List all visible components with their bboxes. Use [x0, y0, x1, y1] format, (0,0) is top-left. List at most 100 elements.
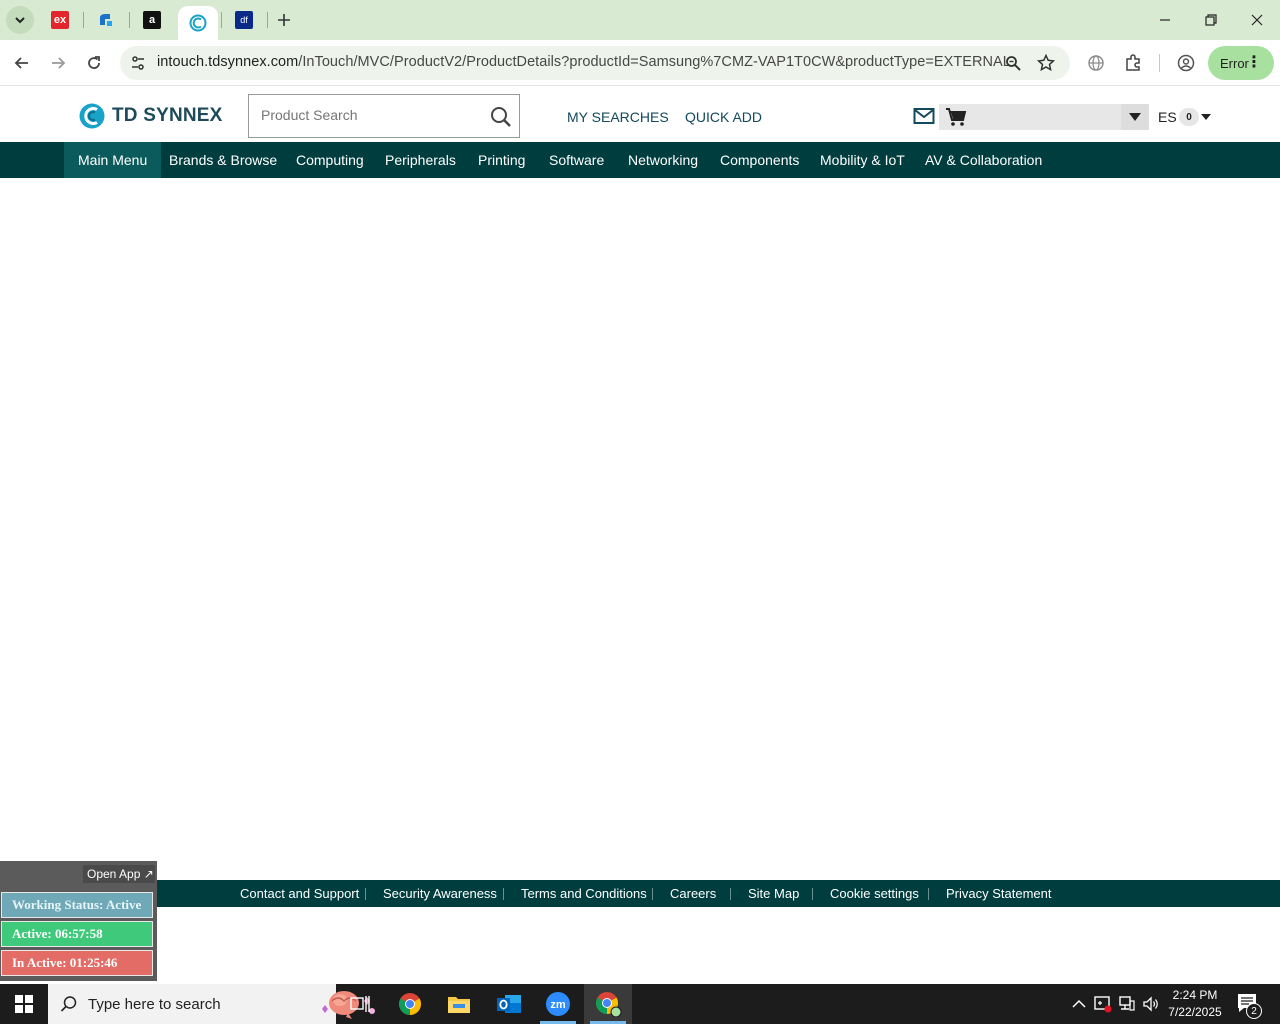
expedia-favicon-icon: ex — [51, 11, 69, 29]
nav-printing[interactable]: Printing — [464, 142, 539, 178]
tray-security-icon[interactable] — [1093, 994, 1113, 1014]
new-tab-button[interactable] — [272, 8, 296, 32]
inactive-time-label: In Active: 01:25:46 — [1, 950, 153, 976]
forward-button[interactable] — [43, 48, 73, 78]
nav-software[interactable]: Software — [535, 142, 618, 178]
nav-networking[interactable]: Networking — [614, 142, 712, 178]
search-icon — [60, 996, 77, 1012]
restore-button[interactable] — [1188, 6, 1234, 34]
clock-time: 2:24 PM — [1172, 988, 1218, 1002]
footer-cookie-settings[interactable]: Cookie settings — [830, 880, 919, 907]
main-navigation: Main Menu Brands & Browse Computing Peri… — [0, 142, 1280, 178]
tab-amazon[interactable]: a — [134, 6, 170, 34]
close-window-button[interactable] — [1234, 6, 1280, 34]
url-host: intouch.tdsynnex.com — [157, 54, 299, 70]
nav-computing[interactable]: Computing — [282, 142, 378, 178]
blue-app-favicon-icon — [100, 14, 112, 26]
plus-icon — [278, 14, 290, 26]
chrome-icon — [399, 993, 421, 1015]
footer-separator — [928, 888, 929, 900]
cart-dropdown-toggle[interactable] — [1121, 104, 1149, 130]
taskbar-search-box[interactable]: Type here to search — [48, 984, 375, 1024]
task-view-button[interactable] — [336, 984, 384, 1024]
browser-tab-strip: ex a df — [0, 0, 1280, 40]
tab-separator — [221, 12, 222, 28]
search-icon[interactable] — [489, 105, 513, 129]
tab-search-button[interactable] — [6, 6, 34, 34]
nav-components[interactable]: Components — [706, 142, 813, 178]
close-icon — [1251, 14, 1263, 26]
chrome-profile-icon — [596, 992, 622, 1018]
taskbar-outlook[interactable] — [485, 984, 533, 1024]
tab-separator — [83, 12, 84, 28]
footer-site-map[interactable]: Site Map — [748, 880, 799, 907]
tab-separator — [129, 12, 130, 28]
start-button[interactable] — [0, 984, 48, 1024]
taskbar-chrome-active[interactable] — [584, 984, 632, 1024]
profile-error-label: Error — [1220, 55, 1249, 71]
back-button[interactable] — [7, 48, 37, 78]
quick-add-link[interactable]: QUICK ADD — [685, 109, 762, 125]
tab-df[interactable]: df — [226, 6, 262, 34]
windows-taskbar: Type here to search zm 2:24 PM 7/22/2025… — [0, 984, 1280, 1024]
taskbar-chrome[interactable] — [386, 984, 434, 1024]
reload-icon — [88, 56, 100, 69]
toolbar-separator — [1159, 54, 1160, 72]
bookmark-star-icon[interactable] — [1036, 53, 1056, 73]
product-search-input[interactable] — [261, 107, 481, 123]
windows-logo-icon — [15, 995, 33, 1013]
reload-button[interactable] — [79, 48, 109, 78]
tab-expedia[interactable]: ex — [42, 6, 78, 34]
chevron-down-icon — [15, 17, 25, 24]
task-view-icon — [350, 996, 370, 1012]
footer-security-awareness[interactable]: Security Awareness — [383, 880, 497, 907]
minimize-icon — [1160, 19, 1170, 21]
mail-icon[interactable] — [913, 107, 935, 125]
svg-text:zm: zm — [550, 999, 566, 1011]
language-selector[interactable]: ES — [1158, 109, 1177, 125]
tab-tdsynnex[interactable] — [178, 6, 218, 40]
taskbar-file-explorer[interactable] — [435, 984, 483, 1024]
footer-terms-conditions[interactable]: Terms and Conditions — [521, 880, 647, 907]
volume-icon[interactable] — [1141, 994, 1161, 1014]
footer-careers[interactable]: Careers — [670, 880, 716, 907]
nav-main-menu[interactable]: Main Menu — [64, 142, 162, 178]
zoom-app-icon: zm — [546, 992, 570, 1016]
footer-separator — [730, 888, 731, 900]
cart-dropdown[interactable] — [939, 104, 1149, 130]
product-search-box — [248, 94, 520, 138]
tdsynnex-logo[interactable]: TD SYNNEX — [78, 102, 223, 130]
minimize-button[interactable] — [1142, 6, 1188, 34]
open-app-button[interactable]: Open App ↗ — [83, 865, 155, 883]
nav-mobility-iot[interactable]: Mobility & IoT — [806, 142, 919, 178]
kebab-menu-icon[interactable]: ⋮ — [1246, 55, 1262, 71]
active-time-label: Active: 06:57:58 — [1, 921, 153, 947]
my-searches-link[interactable]: MY SEARCHES — [567, 109, 669, 125]
taskbar-clock[interactable]: 2:24 PM 7/22/2025 — [1160, 987, 1230, 1021]
tdsynnex-favicon-icon — [189, 14, 207, 32]
profile-icon[interactable] — [1175, 52, 1197, 74]
footer-separator — [365, 888, 366, 900]
taskbar-zoom[interactable]: zm — [534, 984, 582, 1024]
tray-overflow-chevron-up-icon[interactable] — [1069, 994, 1089, 1014]
profile-error-chip[interactable]: Error ⋮ — [1208, 46, 1274, 80]
address-bar[interactable]: intouch.tdsynnex.com/InTouch/MVC/Product… — [120, 46, 1070, 80]
zoom-icon[interactable] — [1003, 53, 1023, 73]
taskbar-search-placeholder: Type here to search — [88, 996, 221, 1013]
nav-brands-browse[interactable]: Brands & Browse — [155, 142, 291, 178]
translate-icon[interactable] — [1085, 52, 1107, 74]
footer-contact-support[interactable]: Contact and Support — [240, 880, 359, 907]
caret-down-icon — [1129, 113, 1141, 121]
site-settings-icon[interactable] — [128, 53, 148, 73]
network-icon[interactable] — [1117, 994, 1137, 1014]
extensions-puzzle-icon[interactable] — [1122, 52, 1144, 74]
nav-av-collaboration[interactable]: AV & Collaboration — [911, 142, 1056, 178]
shopping-cart-icon — [946, 108, 967, 126]
caret-down-icon[interactable] — [1201, 114, 1211, 120]
nav-peripherals[interactable]: Peripherals — [371, 142, 470, 178]
logo-text: TD SYNNEX — [112, 105, 223, 126]
footer-privacy-statement[interactable]: Privacy Statement — [946, 880, 1052, 907]
browser-toolbar: intouch.tdsynnex.com/InTouch/MVC/Product… — [0, 40, 1280, 86]
tab-blue-app[interactable] — [88, 6, 124, 34]
restore-icon — [1205, 14, 1217, 26]
